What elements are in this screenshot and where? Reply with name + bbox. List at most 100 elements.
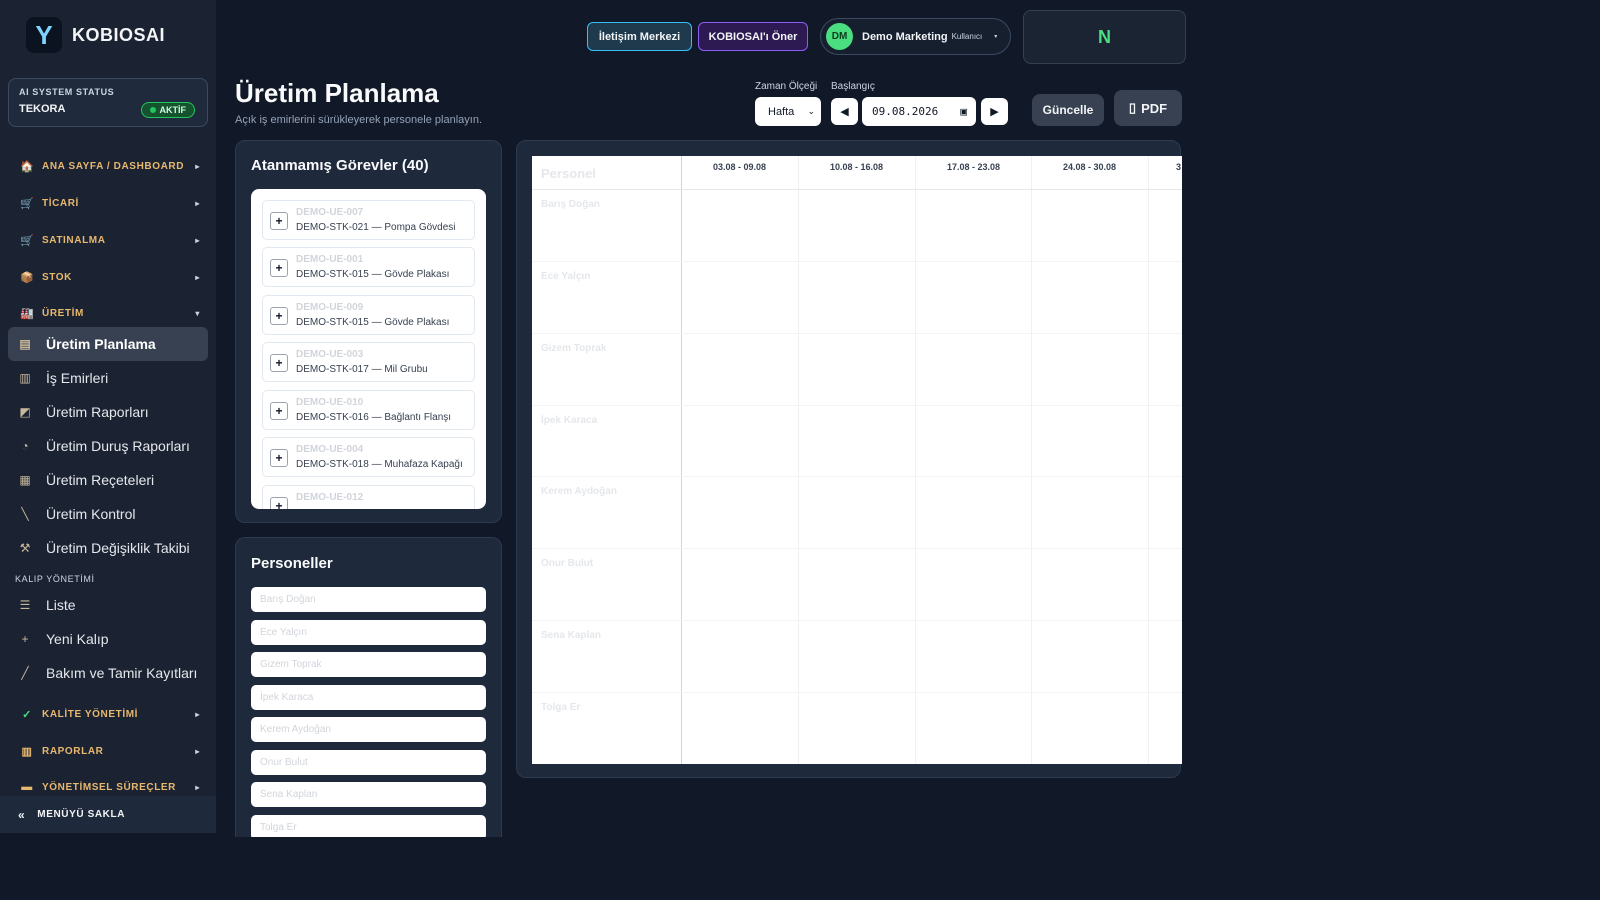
sidebar-item-is-emirleri[interactable]: ▥ İş Emirleri: [8, 361, 208, 395]
n-box[interactable]: N: [1023, 10, 1186, 64]
ruler-icon: ╲: [21, 507, 29, 521]
sidebar-item-degisiklik-takibi[interactable]: ⚒ Üretim Değişiklik Takibi: [8, 531, 208, 565]
calendar-icon: ▤: [19, 337, 31, 351]
recommend-button[interactable]: KOBIOSAI'ı Öner: [698, 22, 808, 51]
add-task-button[interactable]: +: [270, 497, 288, 509]
personnel-title: Personeller: [251, 555, 333, 572]
pdf-button[interactable]: ▯ PDF: [1114, 90, 1182, 126]
sidebar-section-label: RAPORLAR: [42, 745, 104, 757]
task-code: DEMO-UE-001: [296, 254, 364, 265]
column-divider: [1148, 156, 1149, 764]
start-date-input[interactable]: 09.08.2026 ▣: [862, 97, 976, 126]
next-arrow-icon: ▶: [990, 106, 999, 118]
task-card[interactable]: + DEMO-UE-010 DEMO-STK-016 — Bağlantı Fl…: [262, 390, 475, 430]
task-card[interactable]: + DEMO-UE-012: [262, 485, 475, 509]
prev-arrow-icon: ◀: [840, 106, 849, 118]
sidebar-item-receteler[interactable]: ▦ Üretim Reçeteleri: [8, 463, 208, 497]
person-chip[interactable]: Barış Doğan: [251, 587, 486, 612]
sidebar-item-uretim-raporlari[interactable]: ◩ Üretim Raporları: [8, 395, 208, 429]
sidebar-section-ticari[interactable]: 🛒 TİCARİ ▸: [20, 194, 200, 212]
add-task-button[interactable]: +: [270, 402, 288, 420]
column-divider: [798, 156, 799, 764]
cart-icon: 🛒: [20, 234, 35, 247]
start-date-label: Başlangıç: [831, 81, 875, 92]
update-button[interactable]: Güncelle: [1032, 94, 1104, 126]
sidebar-item-uretim-kontrol[interactable]: ╲ Üretim Kontrol: [8, 497, 208, 531]
box-icon: 📦: [20, 271, 35, 284]
next-period-button[interactable]: ▶: [981, 98, 1008, 125]
user-menu[interactable]: DM Demo Marketing Kullanıcı ▾: [820, 18, 1011, 55]
add-task-button[interactable]: +: [270, 259, 288, 277]
personnel-column-header: Personel: [541, 166, 596, 181]
sidebar-section-kalite[interactable]: ✓ KALİTE YÖNETİMİ ▸: [20, 705, 200, 723]
task-card[interactable]: + DEMO-UE-007 DEMO-STK-021 — Pompa Gövde…: [262, 200, 475, 240]
schedule-row-name: Onur Bulut: [541, 558, 594, 569]
sidebar-section-label: YÖNETİMSEL SÜREÇLER: [42, 781, 177, 793]
sidebar-section-label: ANA SAYFA / DASHBOARD: [42, 160, 185, 172]
person-chip[interactable]: Onur Bulut: [251, 750, 486, 775]
row-divider: [532, 405, 1182, 406]
sidebar-section-label: ÜRETİM: [42, 307, 84, 319]
personnel-panel: Personeller Barış Doğan Ece Yalçın Gizem…: [235, 537, 502, 837]
sidebar-section-dashboard[interactable]: 🏠 ANA SAYFA / DASHBOARD ▸: [20, 157, 200, 175]
week-header: 03.08 - 09.08: [712, 162, 767, 172]
person-chip[interactable]: Sena Kaplan: [251, 782, 486, 807]
sidebar-section-raporlar[interactable]: ▥ RAPORLAR ▸: [20, 742, 200, 760]
schedule-row-name: Ece Yalçın: [541, 271, 591, 282]
sidebar-item-durus-raporlari[interactable]: ◔ Üretim Duruş Raporları: [8, 429, 208, 463]
sidebar-item-kalip-liste[interactable]: ☰ Liste: [8, 588, 208, 622]
task-card[interactable]: + DEMO-UE-009 DEMO-STK-015 — Gövde Plaka…: [262, 295, 475, 335]
prev-period-button[interactable]: ◀: [831, 98, 858, 125]
sidebar-item-label: Bakım ve Tamir Kayıtları: [46, 665, 198, 681]
ai-status-label: AI SYSTEM STATUS: [19, 87, 115, 97]
brand[interactable]: Y KOBIOSAI: [0, 0, 216, 70]
wrench-icon: ╱: [21, 666, 29, 680]
time-scale-value: Hafta: [768, 105, 795, 118]
sidebar-item-uretim-planlama[interactable]: ▤ Üretim Planlama: [8, 327, 208, 361]
user-name: Demo Marketing: [862, 30, 948, 43]
task-card[interactable]: + DEMO-UE-001 DEMO-STK-015 — Gövde Plaka…: [262, 247, 475, 287]
sidebar-section-label: KALİTE YÖNETİMİ: [42, 708, 139, 720]
status-dot-icon: [149, 107, 156, 113]
sidebar-section-label: TİCARİ: [42, 197, 79, 209]
page-subtitle: Açık iş emirlerini sürükleyerek personel…: [235, 114, 482, 126]
task-description: DEMO-STK-021 — Pompa Gövdesi: [296, 222, 456, 233]
person-chip[interactable]: Tolga Er: [251, 815, 486, 837]
user-role: Kullanıcı: [951, 32, 983, 41]
status-badge-label: AKTİF: [159, 105, 187, 115]
schedule-row-name: Kerem Aydoğan: [541, 486, 617, 497]
register-icon: 🛒: [20, 197, 35, 210]
add-task-button[interactable]: +: [270, 307, 288, 325]
sidebar-section-uretim[interactable]: 🏭 ÜRETİM ▾: [20, 304, 200, 322]
brand-name: KOBIOSAI: [72, 24, 166, 45]
schedule-grid[interactable]: Personel 03.08 - 09.08 10.08 - 16.08 17.…: [532, 156, 1182, 764]
sidebar-item-label: Üretim Duruş Raporları: [46, 438, 190, 454]
document-icon: ▯: [1128, 100, 1137, 115]
sidebar-item-bakim-tamir[interactable]: ╱ Bakım ve Tamir Kayıtları: [8, 656, 208, 690]
hide-menu-label: MENÜYÜ SAKLA: [37, 809, 126, 820]
time-scale-select[interactable]: Hafta ⌄: [755, 97, 821, 126]
task-description: DEMO-STK-015 — Gövde Plakası: [296, 269, 450, 280]
person-chip[interactable]: Kerem Aydoğan: [251, 717, 486, 742]
task-card[interactable]: + DEMO-UE-003 DEMO-STK-017 — Mil Grubu: [262, 342, 475, 382]
contact-center-button[interactable]: İletişim Merkezi: [587, 22, 692, 51]
schedule-row-name: İpek Karaca: [541, 415, 598, 426]
hide-menu-button[interactable]: « MENÜYÜ SAKLA: [0, 796, 216, 833]
person-chip[interactable]: Gizem Toprak: [251, 652, 486, 677]
chevron-down-icon: ▾: [994, 34, 998, 40]
week-header: 17.08 - 23.08: [946, 162, 1001, 172]
schedule-header: Personel 03.08 - 09.08 10.08 - 16.08 17.…: [532, 156, 1182, 190]
add-task-button[interactable]: +: [270, 449, 288, 467]
sidebar-section-stok[interactable]: 📦 STOK ▸: [20, 268, 200, 286]
person-chip[interactable]: İpek Karaca: [251, 685, 486, 710]
add-task-button[interactable]: +: [270, 354, 288, 372]
task-card[interactable]: + DEMO-UE-004 DEMO-STK-018 — Muhafaza Ka…: [262, 437, 475, 477]
add-task-button[interactable]: +: [270, 212, 288, 230]
sidebar-section-satinalma[interactable]: 🛒 SATINALMA ▸: [20, 231, 200, 249]
sidebar-section-yonetimsel[interactable]: ▬ YÖNETİMSEL SÜREÇLER ▸: [20, 778, 200, 796]
sidebar-item-yeni-kalip[interactable]: + Yeni Kalıp: [8, 622, 208, 656]
task-code: DEMO-UE-009: [296, 302, 364, 313]
person-chip[interactable]: Ece Yalçın: [251, 620, 486, 645]
task-list[interactable]: + DEMO-UE-007 DEMO-STK-021 — Pompa Gövde…: [251, 189, 486, 509]
task-code: DEMO-UE-004: [296, 444, 364, 455]
